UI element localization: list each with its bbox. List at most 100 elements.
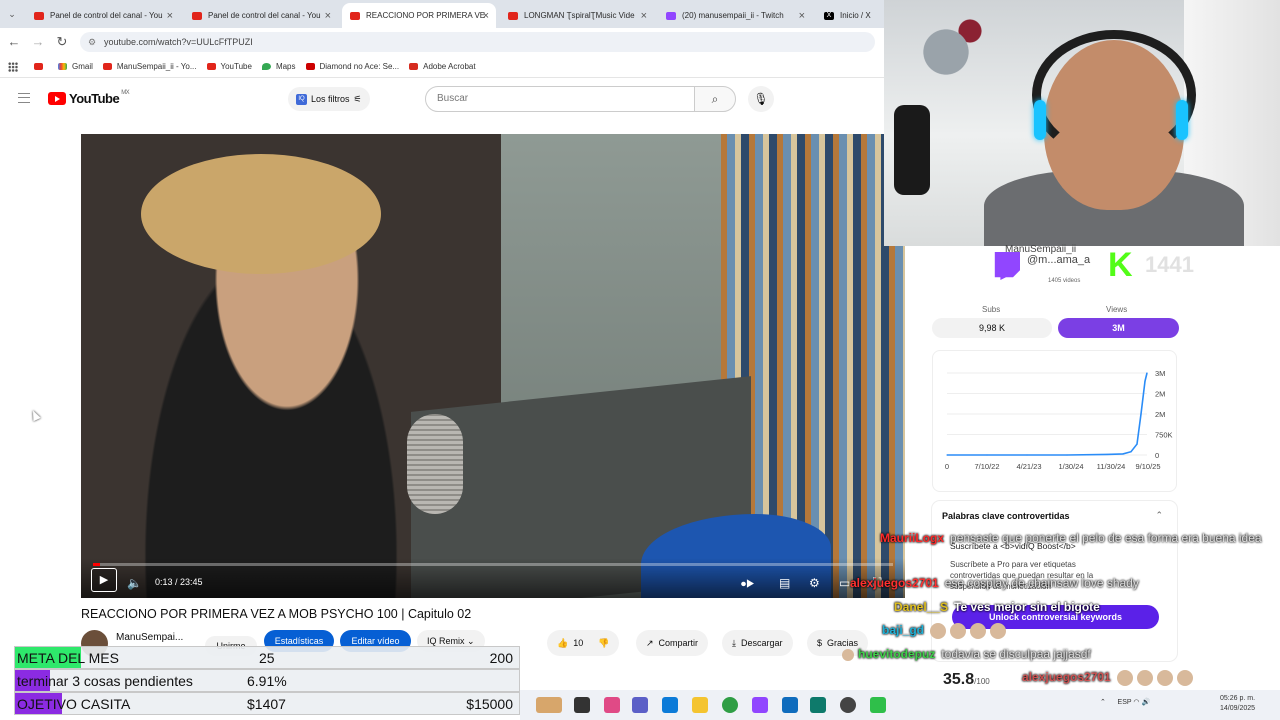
filters-button[interactable]: IQ Los filtros ⚟ <box>288 87 370 111</box>
goal-label: META DEL MES <box>17 649 119 666</box>
kick-logo-icon: K <box>1108 246 1133 284</box>
browser-tab-5[interactable]: (20) manusempaii_ii - Twitch × <box>658 3 812 28</box>
settings-gear-icon[interactable]: ⚙ <box>809 576 820 590</box>
back-arrow-icon[interactable]: ← <box>6 34 22 50</box>
views-chart: 0 750K 2M 2M 3M 0 7/10/22 4/21/23 1/30/24 11/30/2… <box>932 350 1177 492</box>
chart-y-tick-label: 2M <box>1155 410 1165 419</box>
taskbar-taskview-icon[interactable] <box>574 697 590 713</box>
youtube-icon <box>34 63 43 70</box>
browser-tab-3-active[interactable]: REACCIONO POR PRIMERA VE × <box>342 3 496 28</box>
bookmark-youtube[interactable]: YouTube <box>206 62 252 71</box>
language-indicator[interactable]: ESP <box>1118 699 1132 706</box>
search-input[interactable]: Buscar <box>425 86 695 112</box>
chat-username: baji_gd <box>882 623 925 638</box>
video-frame-hair <box>141 154 381 274</box>
taskbar-explorer-icon[interactable] <box>692 697 708 713</box>
taskbar-twitch-icon[interactable] <box>752 697 768 713</box>
webcam-headset-light <box>1176 100 1188 140</box>
taskbar-widget-icon[interactable] <box>536 697 562 713</box>
chat-username: alexjuegos2701 <box>1022 670 1111 685</box>
close-tab-icon[interactable]: × <box>325 10 331 22</box>
bookmark-diamond-no-ace[interactable]: Diamond no Ace: Se... <box>305 62 399 71</box>
voice-search-mic-icon[interactable]: 🎙 <box>748 86 774 112</box>
stats-header: ManuSempaii_ii @m...ama_a 1405 videos K … <box>905 244 1195 290</box>
close-tab-icon[interactable]: × <box>483 10 489 22</box>
chat-text: ese cosplay de chainsaw love shady <box>944 576 1139 590</box>
browser-tab-4[interactable]: LONGMAN ƮspiralƮMusic Vide × <box>500 3 654 28</box>
video-progress-bar[interactable] <box>93 563 893 566</box>
clock-date: 14/09/2025 <box>1220 705 1256 712</box>
play-icon: ▶ <box>99 574 109 586</box>
bookmark-maps[interactable]: Maps <box>261 62 296 71</box>
share-button[interactable]: ↗ Compartir <box>636 630 709 656</box>
goal-label: terminar 3 cosas pendientes <box>17 672 193 689</box>
taskbar-app-icon[interactable] <box>810 697 826 713</box>
bookmark-adobe-acrobat[interactable]: Adobe Acrobat <box>409 62 476 71</box>
goal-row-monthly: META DEL MES 25 200 <box>14 646 520 669</box>
webcam-figurine <box>914 10 994 80</box>
video-player[interactable]: ▶ 🔈 0:13 / 23:45 ⏺▶ ▤ ⚙ ▭ ⛶ <box>81 134 905 598</box>
chat-badge-icon <box>842 648 854 661</box>
vidiq-icon: IQ <box>427 636 440 646</box>
views-chart-svg: 0 750K 2M 2M 3M 0 7/10/22 4/21/23 1/30/24 11/30/2… <box>945 369 1173 471</box>
video-progress-fill <box>93 563 101 566</box>
youtube-logo[interactable]: YouTube MX <box>48 90 130 106</box>
close-tab-icon[interactable]: × <box>641 10 647 22</box>
mouse-cursor-icon <box>29 408 41 422</box>
browser-tab-2[interactable]: Panel de control del canal - You × <box>184 3 338 28</box>
bookmark-youtube-icon-only[interactable] <box>34 63 48 70</box>
search-button[interactable]: ⌕ <box>694 86 736 112</box>
youtube-icon <box>206 63 216 70</box>
goal-percent: 6.91% <box>247 672 287 689</box>
browser-tab-6[interactable]: X Inicio / X <box>816 3 884 28</box>
taskbar-obs-icon[interactable] <box>840 697 856 713</box>
taskbar-copilot-icon[interactable] <box>604 697 620 713</box>
theater-mode-icon[interactable]: ▭ <box>839 576 850 590</box>
wifi-icon[interactable]: ◠ <box>1133 699 1139 706</box>
chart-y-tick-label: 2M <box>1155 390 1165 399</box>
thumbs-down-icon[interactable]: 👎 <box>598 630 609 656</box>
chevron-up-icon[interactable]: ⌃ <box>1155 510 1163 521</box>
apps-grid-icon[interactable] <box>8 61 18 72</box>
subtitles-icon[interactable]: ▤ <box>779 576 790 590</box>
seo-score: 35.8/100 <box>943 671 990 689</box>
taskbar-app-icon[interactable] <box>782 697 798 713</box>
forward-arrow-icon[interactable]: → <box>30 34 46 50</box>
subs-tab[interactable]: 9,98 K <box>932 318 1052 338</box>
tab-search-chevron-icon[interactable]: ⌄ <box>4 6 20 22</box>
reload-icon[interactable]: ↻ <box>54 34 70 50</box>
like-button[interactable]: 👍 10 👎 <box>547 630 620 656</box>
goal-row-pending: terminar 3 cosas pendientes 6.91% <box>14 669 520 692</box>
play-button[interactable]: ▶ <box>91 568 117 592</box>
bookmark-manusempaii[interactable]: ManuSempaii_ii - Yo... <box>102 62 197 71</box>
channel-name[interactable]: ManuSempai... <box>116 632 183 643</box>
download-button[interactable]: ⤓ Descargar <box>722 630 793 656</box>
chat-username: Danel__S <box>894 600 949 614</box>
vidiq-icon: IQ <box>296 93 307 105</box>
taskbar-clock[interactable]: 05:26 p. m. 14/09/2025 <box>1220 694 1255 714</box>
taskbar-teams-icon[interactable] <box>632 697 648 713</box>
system-tray[interactable]: ⌃ ESP ◠ 🔊 <box>1100 698 1150 706</box>
goal-target: 200 <box>489 649 513 666</box>
taskbar-edge-icon[interactable] <box>662 697 678 713</box>
bookmark-gmail[interactable]: Gmail <box>58 62 93 71</box>
goal-target: $15000 <box>466 695 513 712</box>
webcam-headset-light <box>1034 100 1046 140</box>
site-info-icon[interactable]: ⚙ <box>88 32 96 52</box>
volume-icon[interactable]: 🔊 <box>1141 699 1150 706</box>
autoplay-toggle-icon[interactable]: ⏺▶ <box>741 579 755 590</box>
address-bar[interactable]: ⚙ youtube.com/watch?v=UULcFfTPUZI <box>80 32 875 52</box>
menu-hamburger-icon[interactable] <box>18 93 30 103</box>
taskbar-chrome-icon[interactable] <box>722 697 738 713</box>
close-tab-icon[interactable]: × <box>799 10 805 22</box>
taskbar-app-icon[interactable] <box>870 697 886 713</box>
channel-handle: @m...ama_a <box>1027 254 1091 266</box>
goal-current: 25 <box>259 649 275 666</box>
volume-icon[interactable]: 🔈 <box>127 576 142 590</box>
browser-tab-1[interactable]: Panel de control del canal - You × <box>26 3 180 28</box>
chat-message: alexjuegos2701 <box>1022 670 1197 686</box>
chat-message: Danel__S Te ves mejor sin el bigote <box>894 600 1100 614</box>
tray-chevron-up-icon[interactable]: ⌃ <box>1100 699 1106 706</box>
views-tab[interactable]: 3M <box>1058 318 1179 338</box>
close-tab-icon[interactable]: × <box>167 10 173 22</box>
